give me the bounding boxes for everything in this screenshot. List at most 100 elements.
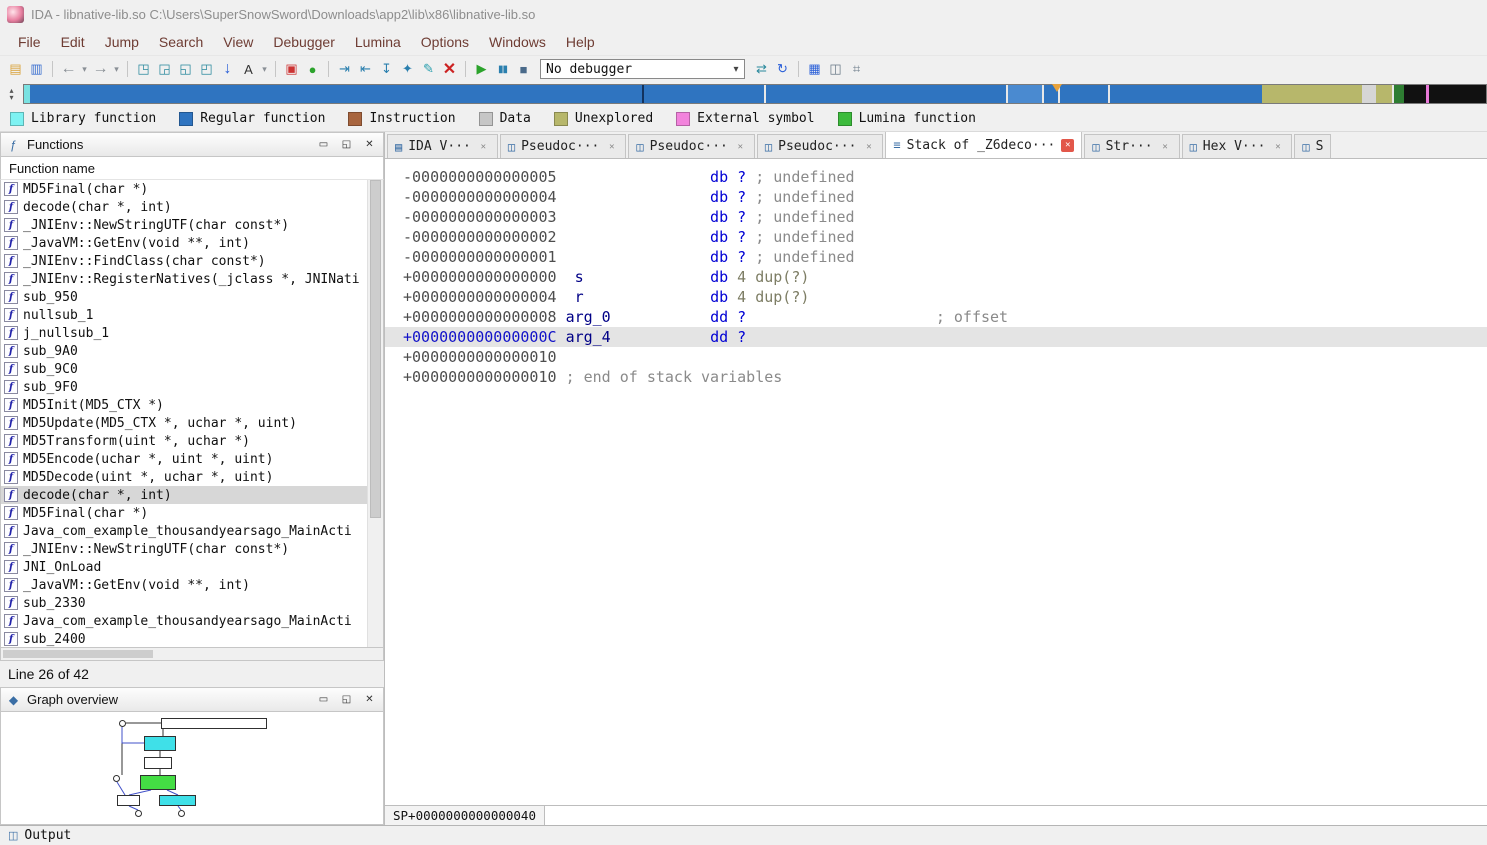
- stack-line[interactable]: +0000000000000000 s db 4 dup(?): [385, 267, 1487, 287]
- toolbar-button[interactable]: ◲: [155, 59, 174, 79]
- toolbar-button[interactable]: [275, 61, 276, 77]
- navigation-band[interactable]: [23, 84, 1487, 104]
- function-list-item[interactable]: f _JavaVM::GetEnv(void **, int): [1, 234, 367, 252]
- function-list-item[interactable]: f MD5Encode(uchar *, uint *, uint): [1, 450, 367, 468]
- menu-item[interactable]: Options: [411, 30, 479, 54]
- toolbar-button[interactable]: ▾: [80, 59, 89, 79]
- toolbar-button[interactable]: ←: [59, 59, 78, 79]
- menu-item[interactable]: Lumina: [345, 30, 411, 54]
- function-list-item[interactable]: f sub_9A0: [1, 342, 367, 360]
- navband-segment[interactable]: [1394, 85, 1404, 103]
- float-window-icon[interactable]: ◱: [338, 692, 355, 707]
- toolbar-button[interactable]: ◫: [826, 59, 845, 79]
- menu-item[interactable]: Help: [556, 30, 605, 54]
- function-list-item[interactable]: f _JNIEnv::NewStringUTF(char const*): [1, 216, 367, 234]
- menu-item[interactable]: View: [213, 30, 263, 54]
- close-icon[interactable]: ✕: [1061, 138, 1075, 152]
- horizontal-scrollbar-thumb[interactable]: [3, 650, 153, 658]
- tab[interactable]: ◫ Hex V··· ✕: [1181, 134, 1293, 158]
- chevron-down-icon[interactable]: ▾: [728, 64, 744, 75]
- toolbar-button[interactable]: ✕: [440, 59, 459, 79]
- navband-segment[interactable]: [1404, 85, 1426, 103]
- tab[interactable]: ◫ S ✕: [1294, 134, 1332, 158]
- navband-segment[interactable]: [644, 85, 764, 103]
- function-list-item[interactable]: f sub_9C0: [1, 360, 367, 378]
- float-window-icon[interactable]: ◱: [338, 137, 355, 152]
- tab[interactable]: ◫ Pseudoc··· ✕: [499, 134, 627, 158]
- function-list-item[interactable]: f MD5Transform(uint *, uchar *): [1, 432, 367, 450]
- close-icon[interactable]: ✕: [1271, 140, 1284, 153]
- toolbar-button[interactable]: ↻: [773, 59, 792, 79]
- function-list-item[interactable]: f MD5Final(char *): [1, 504, 367, 522]
- toolbar-button[interactable]: ↓: [218, 59, 237, 79]
- function-list-item[interactable]: f sub_9F0: [1, 378, 367, 396]
- graph-overview-canvas[interactable]: [0, 712, 384, 825]
- toolbar-button[interactable]: ▦: [805, 59, 824, 79]
- navband-scroll-arrows[interactable]: ▴ ▾: [0, 87, 23, 102]
- toolbar-button[interactable]: ▣: [282, 59, 301, 79]
- stack-line[interactable]: +0000000000000004 r db 4 dup(?): [385, 287, 1487, 307]
- function-name-column-header[interactable]: Function name: [0, 157, 384, 180]
- navband-segment[interactable]: [1060, 85, 1108, 103]
- toolbar-button[interactable]: ◰: [197, 59, 216, 79]
- functions-panel-titlebar[interactable]: ƒ Functions ▭ ◱ ✕: [0, 132, 384, 157]
- toolbar-button[interactable]: ⇤: [356, 59, 375, 79]
- output-panel-titlebar[interactable]: ◫ Output: [0, 825, 1487, 845]
- function-list-item[interactable]: f Java_com_example_thousandyearsago_Main…: [1, 612, 367, 630]
- horizontal-scrollbar[interactable]: [0, 647, 384, 661]
- stack-line[interactable]: -0000000000000003 db ? ; undefined: [385, 207, 1487, 227]
- function-list-item[interactable]: f MD5Update(MD5_CTX *, uchar *, uint): [1, 414, 367, 432]
- function-list-item[interactable]: f nullsub_1: [1, 306, 367, 324]
- toolbar-button[interactable]: ✎: [419, 59, 438, 79]
- titlebar[interactable]: IDA - libnative-lib.so C:\Users\SuperSno…: [0, 0, 1487, 28]
- debugger-combo[interactable]: No debugger ▾: [540, 59, 745, 79]
- function-list-item[interactable]: f decode(char *, int): [1, 486, 367, 504]
- function-list-item[interactable]: f _JNIEnv::NewStringUTF(char const*): [1, 540, 367, 558]
- toolbar-button[interactable]: ✦: [398, 59, 417, 79]
- function-list-item[interactable]: f MD5Decode(uint *, uchar *, uint): [1, 468, 367, 486]
- toolbar-button[interactable]: ▶: [472, 59, 491, 79]
- graph-overview-titlebar[interactable]: ◆ Graph overview ▭ ◱ ✕: [0, 687, 384, 712]
- close-icon[interactable]: ✕: [361, 137, 378, 152]
- navband-segment[interactable]: [1110, 85, 1262, 103]
- toolbar-button[interactable]: [465, 61, 466, 77]
- stack-line[interactable]: +000000000000000C arg_4 dd ?: [385, 327, 1487, 347]
- toolbar-button[interactable]: ●: [303, 59, 322, 79]
- menu-item[interactable]: File: [8, 30, 51, 54]
- close-icon[interactable]: ✕: [477, 140, 490, 153]
- toolbar-button[interactable]: ⌗: [847, 59, 866, 79]
- function-list-item[interactable]: f sub_950: [1, 288, 367, 306]
- close-icon[interactable]: ✕: [605, 140, 618, 153]
- navband-segment[interactable]: [1376, 85, 1392, 103]
- toolbar-button[interactable]: [798, 61, 799, 77]
- vertical-scrollbar[interactable]: [367, 180, 383, 647]
- function-list-item[interactable]: f MD5Init(MD5_CTX *): [1, 396, 367, 414]
- menu-item[interactable]: Edit: [51, 30, 95, 54]
- function-list-item[interactable]: f JNI_OnLoad: [1, 558, 367, 576]
- close-icon[interactable]: ✕: [1159, 140, 1172, 153]
- navband-segment[interactable]: [1262, 85, 1362, 103]
- close-icon[interactable]: ✕: [862, 140, 875, 153]
- toolbar-button[interactable]: ◳: [134, 59, 153, 79]
- navband-segment[interactable]: [1008, 85, 1042, 103]
- navband-segment[interactable]: [766, 85, 1006, 103]
- close-icon[interactable]: ✕: [734, 140, 747, 153]
- menu-item[interactable]: Windows: [479, 30, 556, 54]
- toolbar-button[interactable]: [52, 61, 53, 77]
- tab[interactable]: ◫ Str··· ✕: [1084, 134, 1180, 158]
- stack-line[interactable]: -0000000000000001 db ? ; undefined: [385, 247, 1487, 267]
- function-list-item[interactable]: f _JavaVM::GetEnv(void **, int): [1, 576, 367, 594]
- vertical-scrollbar-thumb[interactable]: [370, 180, 381, 519]
- toolbar-button[interactable]: ▮▮: [493, 59, 512, 79]
- toolbar-button[interactable]: ↧: [377, 59, 396, 79]
- function-list-item[interactable]: f sub_2400: [1, 630, 367, 647]
- tab[interactable]: ◫ Pseudoc··· ✕: [756, 134, 884, 158]
- function-list-item[interactable]: f sub_2330: [1, 594, 367, 612]
- toolbar-button[interactable]: ▤: [6, 59, 25, 79]
- function-list-item[interactable]: f MD5Final(char *): [1, 180, 367, 198]
- function-list-item[interactable]: f decode(char *, int): [1, 198, 367, 216]
- toolbar-button[interactable]: ⇄: [752, 59, 771, 79]
- toolbar-button[interactable]: →: [91, 59, 110, 79]
- toolbar-button[interactable]: ▥: [27, 59, 46, 79]
- navband-segment[interactable]: [30, 85, 642, 103]
